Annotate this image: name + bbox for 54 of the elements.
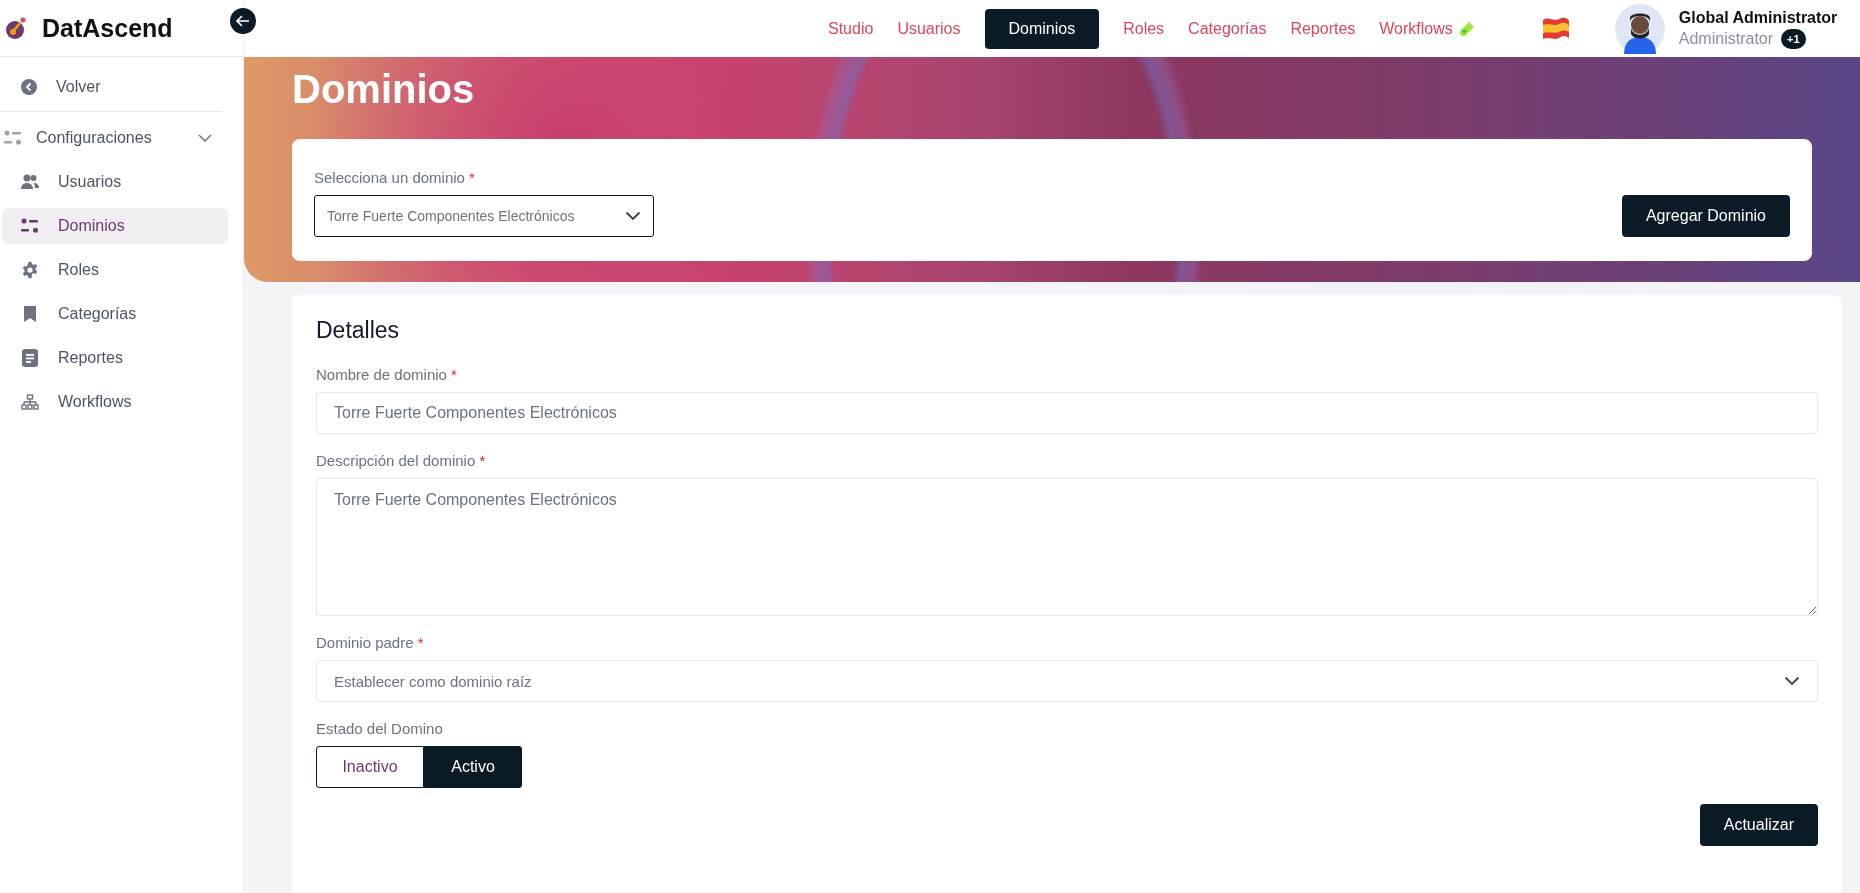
page-title: Dominios [292,66,476,113]
input-field[interactable]: Torre Fuerte Componentes Electrónicos [316,392,1818,434]
chevron-icon [1784,676,1800,686]
nav-tab[interactable]: Workflows [1367,9,1487,48]
role-count-badge: +1 [1781,28,1806,49]
list-icon [21,218,39,234]
back-arrow-icon [236,15,250,27]
sidebar-group[interactable]: Configuraciones [2,120,228,156]
required-mark: * [469,169,475,186]
nav-tab[interactable]: Reportes [1278,9,1368,48]
sidebar-item[interactable]: Usuarios [2,164,228,200]
nav-tab[interactable]: Usuarios [885,9,973,48]
list-icon [4,130,22,146]
field-label: Nombre de dominio * [316,366,458,383]
app-name: DatAscend [42,13,173,43]
domain-select[interactable]: Torre Fuerte Componentes Electrónicos [314,195,654,237]
select-field[interactable]: Establecer como dominio raíz [316,660,1818,702]
bookmark-icon [23,305,37,323]
user-name: Global Administrator [1678,8,1838,27]
hierarchy-icon [21,394,39,410]
text-area[interactable]: Torre Fuerte Componentes Electrónicos [316,478,1818,616]
sidebar-item[interactable]: Categorías [2,296,228,332]
nav-tab[interactable]: Roles [1111,9,1177,48]
user-role: Administrator [1678,29,1774,48]
required-mark: * [451,366,457,383]
sidebar-item[interactable]: Roles [2,252,228,288]
field-label: Estado del Domino [316,720,444,737]
field-label: Descripción del dominio * [316,452,487,469]
required-mark: * [479,452,486,469]
sidebar-item[interactable]: Dominios [2,208,228,244]
update-button[interactable]: Actualizar [1699,804,1818,846]
flag-icon[interactable] [1540,15,1571,42]
toggle-option[interactable]: Activo [424,746,522,788]
nav-tab[interactable]: Studio [816,9,886,48]
logo-icon [6,16,28,40]
back-icon [21,79,37,95]
nav-tab[interactable]: Categorías [1176,9,1279,48]
test-tube-icon [1458,20,1475,37]
avatar[interactable] [1614,3,1665,54]
chevron-icon [625,211,641,221]
field-label: Dominio padre * [316,634,425,651]
document-icon [22,349,38,367]
users-icon [21,174,39,190]
toggle-option[interactable]: Inactivo [316,746,424,788]
section-heading: Detalles [316,317,401,344]
settings-icon [21,261,39,279]
required-mark: * [417,634,424,651]
sidebar-item[interactable]: Workflows [2,384,228,420]
back-link[interactable]: Volver [2,69,228,105]
sidebar-item[interactable]: Reportes [2,340,228,376]
nav-tab[interactable]: Dominios [984,8,1100,49]
field-label: Selecciona un dominio * [314,169,476,186]
collapse-button[interactable] [230,8,256,34]
add-domain-button[interactable]: Agregar Dominio [1621,195,1790,237]
